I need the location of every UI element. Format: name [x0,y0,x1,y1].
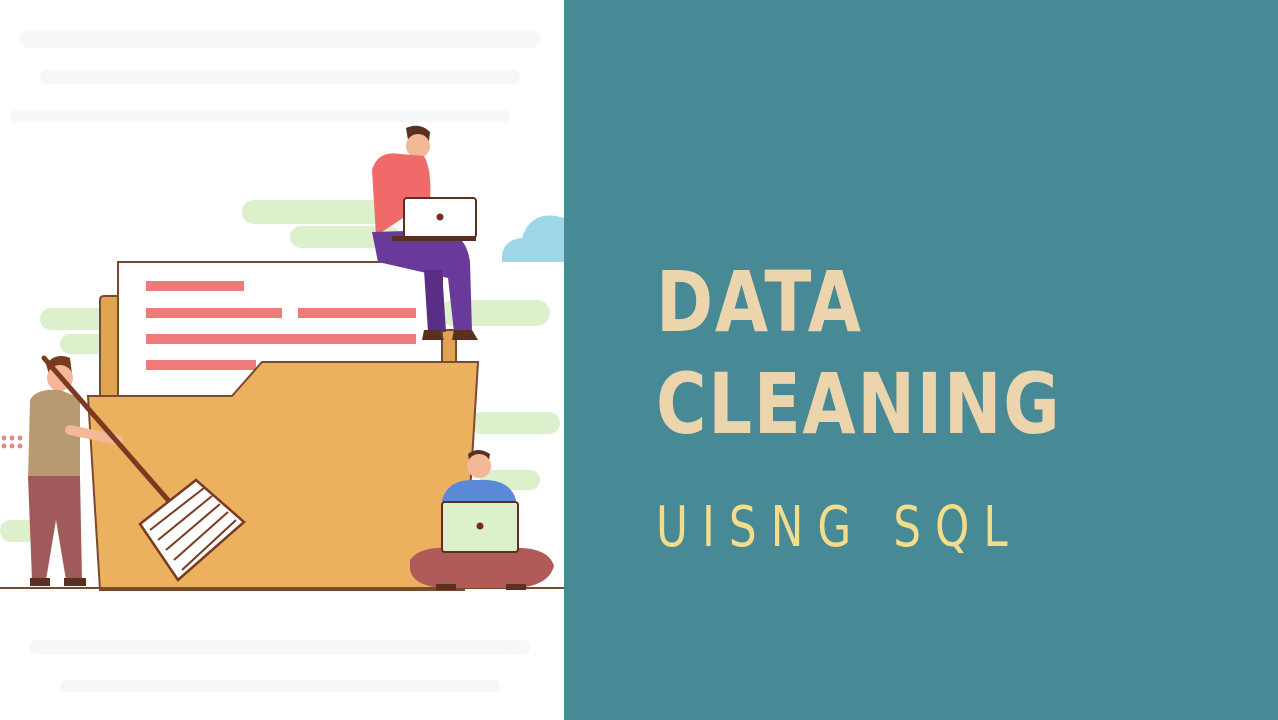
title-panel: DATA CLEANING UISNG SQL [564,0,1278,720]
laptop-icon [392,197,477,241]
title-line-cleaning: CLEANING [656,355,1062,453]
data-cleaning-illustration [0,30,564,692]
dots-decoration [1,435,23,449]
subtitle: UISNG SQL [656,495,1022,560]
laptop-icon [441,501,519,553]
slide: DATA CLEANING UISNG SQL [0,0,1278,720]
title-line-data: DATA [656,253,863,351]
blue-cloud-icon [501,215,564,262]
illustration-panel [0,0,564,720]
